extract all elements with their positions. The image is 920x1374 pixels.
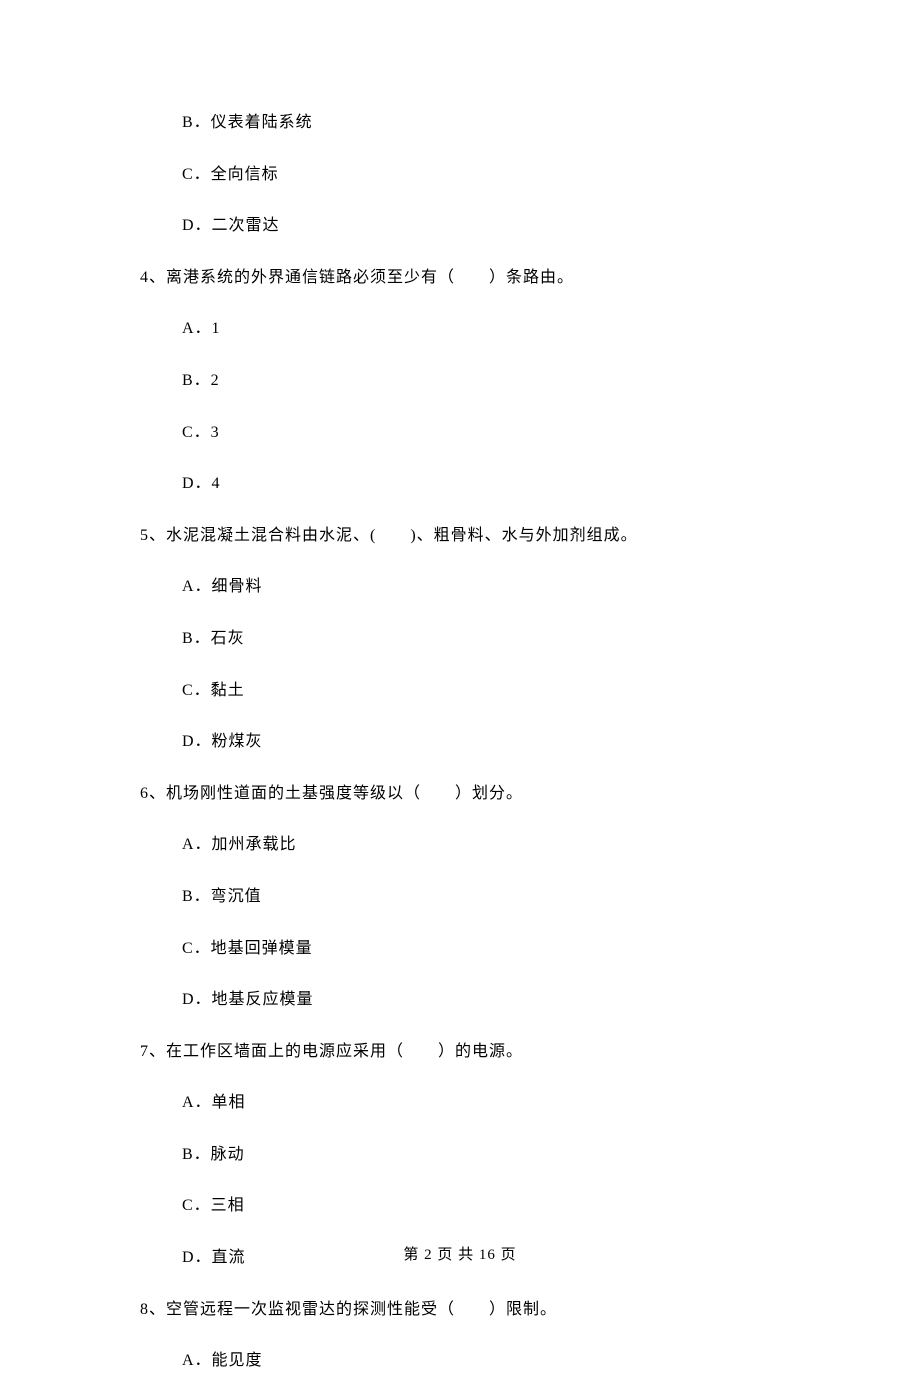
q5-option-a: A．细骨料 [182, 574, 780, 600]
page-content: B．仪表着陆系统 C．全向信标 D．二次雷达 4、离港系统的外界通信链路必须至少… [0, 0, 920, 1374]
q7-option-a: A．单相 [182, 1090, 780, 1116]
q5-option-b: B．石灰 [182, 626, 780, 652]
q3-option-c: C．全向信标 [182, 162, 780, 188]
q6-option-c: C．地基回弹模量 [182, 936, 780, 962]
q4-option-d: D．4 [182, 471, 780, 497]
q6-option-b: B．弯沉值 [182, 884, 780, 910]
q4-text: 4、离港系统的外界通信链路必须至少有（ ）条路由。 [140, 265, 780, 291]
q7-option-b: B．脉动 [182, 1142, 780, 1168]
q5-option-c: C．黏土 [182, 678, 780, 704]
q6-option-d: D．地基反应模量 [182, 987, 780, 1013]
q8-option-a: A．能见度 [182, 1348, 780, 1374]
q3-option-d: D．二次雷达 [182, 213, 780, 239]
q4-option-b: B．2 [182, 368, 780, 394]
q6-option-a: A．加州承载比 [182, 832, 780, 858]
q7-text: 7、在工作区墙面上的电源应采用（ ）的电源。 [140, 1039, 780, 1065]
q8-text: 8、空管远程一次监视雷达的探测性能受（ ）限制。 [140, 1297, 780, 1323]
q6-text: 6、机场刚性道面的土基强度等级以（ ）划分。 [140, 781, 780, 807]
q4-option-a: A．1 [182, 316, 780, 342]
q5-text: 5、水泥混凝土混合料由水泥、( )、粗骨料、水与外加剂组成。 [140, 523, 780, 549]
q3-option-b: B．仪表着陆系统 [182, 110, 780, 136]
page-footer: 第 2 页 共 16 页 [0, 1243, 920, 1264]
q5-option-d: D．粉煤灰 [182, 729, 780, 755]
q4-option-c: C．3 [182, 420, 780, 446]
q7-option-c: C．三相 [182, 1193, 780, 1219]
